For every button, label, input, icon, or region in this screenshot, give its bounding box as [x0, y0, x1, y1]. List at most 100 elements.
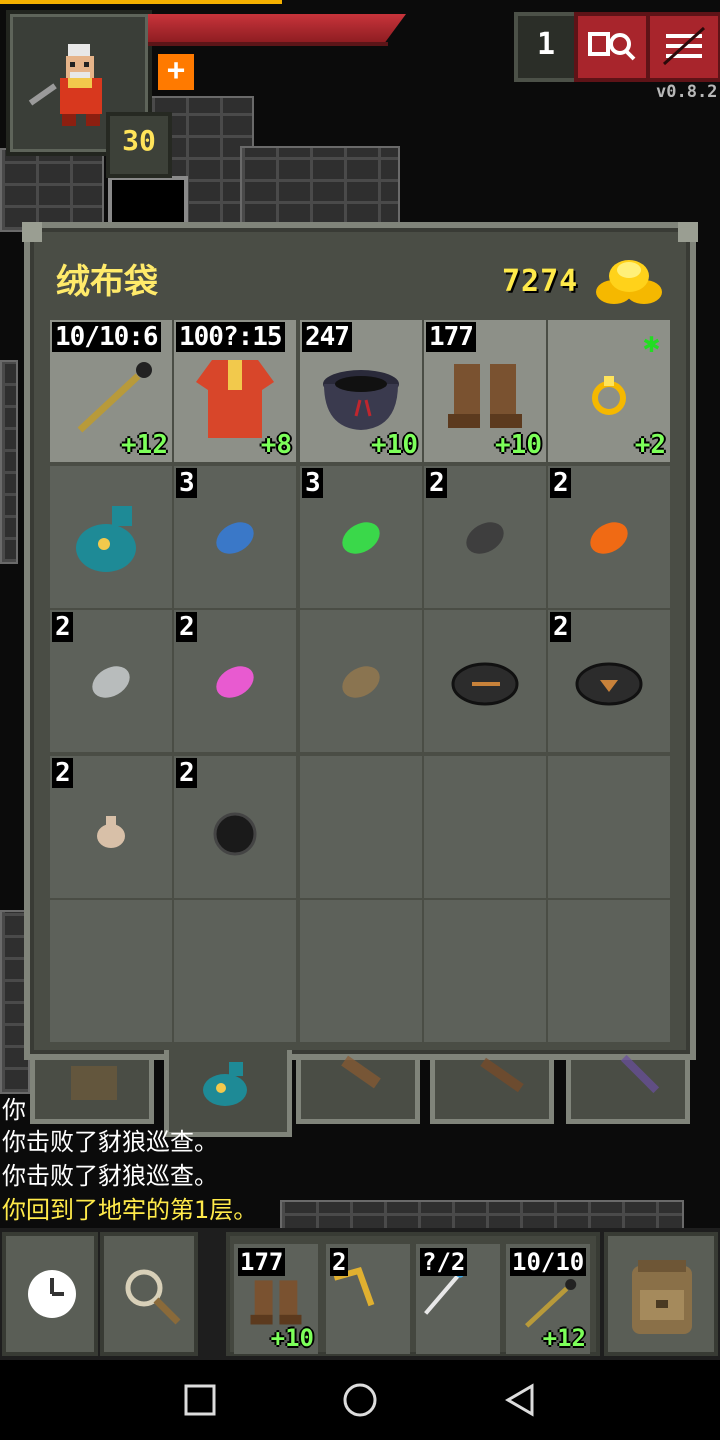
window-corner: [22, 222, 42, 242]
search-icon: [125, 1269, 181, 1325]
wand-holster-tab-icon: [620, 1054, 660, 1094]
bag-slot[interactable]: [174, 900, 296, 1042]
bag-slot[interactable]: 2: [174, 610, 296, 752]
item-quantity: 2: [176, 612, 197, 642]
tab-backpack[interactable]: [30, 1060, 154, 1124]
bag-slot[interactable]: [300, 610, 422, 752]
item-upgrade-level: +10: [371, 430, 418, 460]
tab-holster[interactable]: [296, 1055, 420, 1124]
item-quantity: 3: [302, 468, 323, 498]
hero-level-text: 30: [122, 124, 156, 157]
brown-seed-icon: [342, 666, 380, 698]
quickslot[interactable]: 10/10 +12: [506, 1244, 590, 1354]
item-upgrade-level: +8: [260, 430, 292, 460]
stone-arrow-icon: [451, 662, 519, 706]
quickslot-upgrade-level: +12: [542, 1324, 586, 1352]
quickslot-upgrade-level: +10: [270, 1324, 314, 1352]
quickslot-quantity: ?/2: [420, 1248, 468, 1276]
home-icon[interactable]: [340, 1380, 380, 1420]
item-quantity: 2: [176, 758, 197, 788]
journal-button[interactable]: [574, 12, 650, 82]
bag-slot[interactable]: 2: [50, 756, 172, 898]
item-upgrade-level: +2: [634, 430, 666, 460]
menu-icon: [662, 26, 706, 66]
bag-slot[interactable]: 247 +10: [300, 320, 422, 462]
bag-slot[interactable]: 2: [548, 610, 670, 752]
quickslot[interactable]: 177 +10: [234, 1244, 318, 1354]
bag-slot[interactable]: [300, 900, 422, 1042]
log-line: 你击败了豺狼巡查。: [2, 1128, 218, 1156]
bag-slot[interactable]: [424, 610, 546, 752]
tab-scroll-holder[interactable]: [430, 1057, 554, 1124]
bag-slot[interactable]: 2: [50, 610, 172, 752]
back-icon[interactable]: [500, 1380, 540, 1420]
bag-slot[interactable]: [424, 756, 546, 898]
menu-button[interactable]: [646, 12, 720, 82]
clock-icon: [28, 1270, 76, 1318]
new-item-marker: ✱: [643, 326, 660, 359]
buff-icon[interactable]: +: [158, 54, 194, 90]
bag-slot[interactable]: [548, 756, 670, 898]
item-upgrade-level: +10: [495, 430, 542, 460]
tab-velvet-pouch[interactable]: [164, 1050, 292, 1137]
depth-text: 1: [536, 27, 556, 62]
window-corner: [678, 222, 698, 242]
version-label: v0.8.2: [656, 82, 718, 102]
backpack-icon: [632, 1260, 692, 1334]
item-quantity: 2: [52, 758, 73, 788]
health-bar-shadow: [148, 42, 388, 46]
item-quantity: 247: [302, 322, 352, 352]
recent-apps-icon[interactable]: [180, 1380, 220, 1420]
quickslot-quantity: 177: [238, 1248, 286, 1276]
item-quantity: 10/10:6: [52, 322, 161, 352]
dungeon-wall: [0, 148, 104, 232]
backpack-tab-icon: [71, 1066, 117, 1100]
holster-tab-icon: [341, 1055, 381, 1089]
inventory-button[interactable]: [604, 1232, 718, 1356]
bag-slot[interactable]: 100?:15 +8: [174, 320, 296, 462]
quickslot[interactable]: ?/2: [416, 1244, 500, 1354]
bag-slot[interactable]: 3: [300, 466, 422, 608]
quickslot-quantity: 10/10: [510, 1248, 587, 1276]
gold-amount: 7274: [502, 264, 579, 299]
item-quantity: 100?:15: [176, 322, 285, 352]
depth-button[interactable]: 1: [514, 12, 578, 82]
dungeon-wall: [0, 360, 18, 564]
bag-slot[interactable]: [300, 756, 422, 898]
wait-button[interactable]: [2, 1232, 98, 1356]
velvet-pouch-icon: [76, 506, 136, 572]
progress-strip: [0, 0, 282, 4]
bag-slot[interactable]: 2: [548, 466, 670, 608]
hero-level-badge: 30: [106, 112, 172, 178]
item-quantity: 2: [550, 612, 571, 642]
bag-slot[interactable]: [50, 466, 172, 608]
gold-pile-icon: [596, 260, 662, 304]
item-quantity: 2: [426, 468, 447, 498]
bag-slot[interactable]: 177 +10: [424, 320, 546, 462]
bag-slot[interactable]: 10/10:6 +12: [50, 320, 172, 462]
search-button[interactable]: [100, 1232, 198, 1356]
dungeon-wall: [240, 146, 400, 228]
health-bar: [148, 14, 406, 42]
bag-slot[interactable]: [548, 900, 670, 1042]
item-quantity: 2: [52, 612, 73, 642]
quickslot-quantity: 2: [330, 1248, 349, 1276]
item-upgrade-level: +12: [121, 430, 168, 460]
log-line: 你击败了豺狼巡查。: [2, 1162, 218, 1190]
item-quantity: 2: [550, 468, 571, 498]
bag-slot[interactable]: 3: [174, 466, 296, 608]
quickslot[interactable]: 2: [326, 1244, 410, 1354]
bag-slot[interactable]: [424, 900, 546, 1042]
bag-slot[interactable]: 2: [174, 756, 296, 898]
bag-slot[interactable]: +2 ✱: [548, 320, 670, 462]
item-quantity: 177: [426, 322, 476, 352]
bag-slot[interactable]: 2: [424, 466, 546, 608]
bag-title: 绒布袋: [56, 262, 158, 302]
bag-slot[interactable]: [50, 900, 172, 1042]
tab-wand-holster[interactable]: [566, 1054, 690, 1124]
item-quantity: 3: [176, 468, 197, 498]
scroll-holder-tab-icon: [480, 1057, 524, 1093]
log-line: 你: [2, 1096, 26, 1124]
log-line: 你回到了地牢的第1层。: [2, 1196, 258, 1224]
magnifier-journal-icon: [588, 32, 636, 61]
